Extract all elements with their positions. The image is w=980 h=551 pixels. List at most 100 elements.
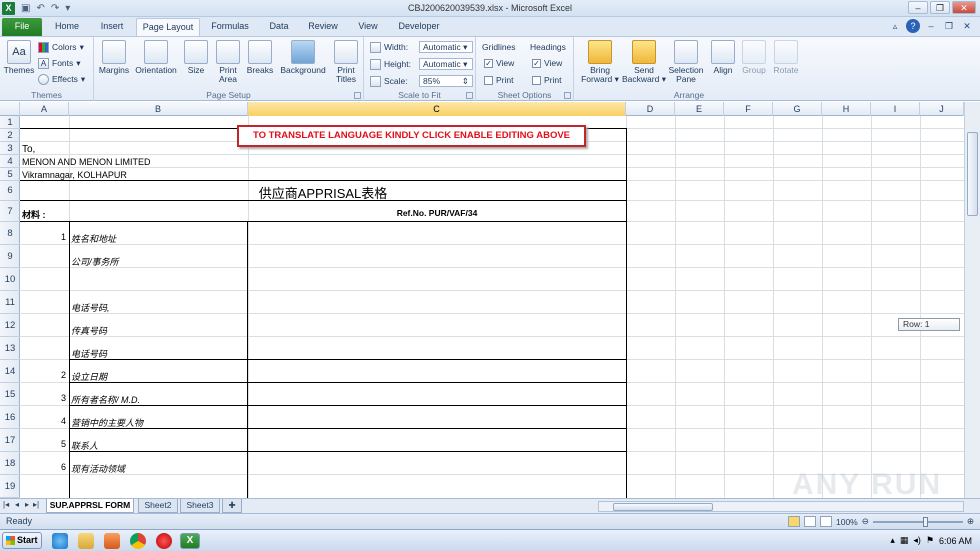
row-header-1[interactable]: 1 — [0, 116, 20, 129]
row-header-2[interactable]: 2 — [0, 129, 20, 142]
translate-banner[interactable]: TO TRANSLATE LANGUAGE KINDLY CLICK ENABL… — [237, 125, 586, 147]
security-shield-icon[interactable] — [156, 533, 172, 549]
volume-icon[interactable]: ◂) — [913, 535, 921, 546]
normal-view-icon[interactable] — [788, 516, 800, 527]
headings-print-checkbox[interactable]: Print — [532, 73, 561, 87]
tab-data[interactable]: Data — [262, 18, 296, 36]
row-header-6[interactable]: 6 — [0, 181, 20, 201]
page-break-view-icon[interactable] — [820, 516, 832, 527]
workbook-restore-icon[interactable]: ❐ — [942, 19, 956, 33]
scale-launcher-icon[interactable] — [466, 92, 473, 99]
zoom-slider-thumb[interactable] — [922, 516, 928, 527]
vertical-scroll-thumb[interactable] — [967, 132, 978, 216]
align-button[interactable]: Align — [708, 40, 738, 75]
margins-button[interactable]: Margins — [96, 40, 132, 75]
internet-explorer-icon[interactable] — [52, 533, 68, 549]
tab-formulas[interactable]: Formulas — [206, 18, 254, 36]
vertical-scrollbar[interactable] — [964, 102, 980, 498]
send-backward-button[interactable]: Send Backward ▾ — [622, 40, 666, 84]
print-titles-button[interactable]: Print Titles — [330, 40, 362, 84]
headings-view-checkbox[interactable]: ✓ View — [532, 56, 562, 70]
insert-sheet-icon[interactable]: ✚ — [222, 499, 242, 513]
row-header-4[interactable]: 4 — [0, 155, 20, 168]
row-header-14[interactable]: 14 — [0, 360, 20, 383]
column-header-b[interactable]: B — [69, 102, 248, 116]
row-header-8[interactable]: 8 — [0, 222, 20, 245]
height-select[interactable]: Automatic ▾ — [419, 58, 473, 70]
row-header-15[interactable]: 15 — [0, 383, 20, 406]
row-header-13[interactable]: 13 — [0, 337, 20, 360]
page-layout-view-icon[interactable] — [804, 516, 816, 527]
excel-taskbar-icon[interactable]: X — [180, 533, 200, 549]
tab-file[interactable]: File — [2, 18, 42, 36]
scale-spinner[interactable]: 85% ⇕ — [419, 75, 473, 87]
tab-home[interactable]: Home — [48, 18, 86, 36]
group-objects-button[interactable]: Group — [738, 40, 770, 75]
fonts-button[interactable]: A Fonts ▾ — [38, 56, 81, 70]
row-header-3[interactable]: 3 — [0, 142, 20, 155]
background-button[interactable]: Background — [276, 40, 330, 75]
page-setup-launcher-icon[interactable] — [354, 92, 361, 99]
column-header-h[interactable]: H — [822, 102, 871, 116]
sheet-tab-sheet3[interactable]: Sheet3 — [180, 499, 220, 513]
tab-developer[interactable]: Developer — [392, 18, 446, 36]
first-sheet-icon[interactable]: |◂ — [3, 500, 9, 509]
worksheet-grid[interactable]: TO TRANSLATE LANGUAGE KINDLY CLICK ENABL… — [20, 116, 964, 498]
gridlines-view-checkbox[interactable]: ✓ View — [484, 56, 514, 70]
minimize-ribbon-icon[interactable]: ▵ — [888, 19, 902, 33]
row-header-18[interactable]: 18 — [0, 452, 20, 475]
action-center-icon[interactable]: ⚑ — [926, 535, 934, 546]
maximize-button[interactable]: ❐ — [930, 1, 950, 14]
row-header-12[interactable]: 12 — [0, 314, 20, 337]
close-button[interactable]: ✕ — [952, 1, 976, 14]
gridlines-print-checkbox[interactable]: Print — [484, 73, 513, 87]
column-header-f[interactable]: F — [724, 102, 773, 116]
column-header-c[interactable]: C — [248, 102, 626, 116]
column-header-j[interactable]: J — [920, 102, 964, 116]
workbook-minimize-icon[interactable]: – — [924, 19, 938, 33]
tab-page-layout[interactable]: Page Layout — [136, 18, 200, 36]
column-header-i[interactable]: I — [871, 102, 920, 116]
media-player-icon[interactable] — [104, 533, 120, 549]
themes-button[interactable]: Aa Themes — [3, 40, 35, 75]
row-header-9[interactable]: 9 — [0, 245, 20, 268]
size-button[interactable]: Size — [182, 40, 210, 75]
width-select[interactable]: Automatic ▾ — [419, 41, 473, 53]
zoom-in-icon[interactable]: ⊕ — [967, 516, 974, 527]
folder-icon[interactable] — [78, 533, 94, 549]
sheet-tab-sheet2[interactable]: Sheet2 — [138, 499, 178, 513]
row-header-11[interactable]: 11 — [0, 291, 20, 314]
sheet-tab-sup-apprsl-form[interactable]: SUP.APPRSL FORM — [46, 499, 134, 513]
effects-button[interactable]: Effects ▾ — [38, 72, 85, 86]
sheet-options-launcher-icon[interactable] — [564, 92, 571, 99]
horizontal-scroll-thumb[interactable] — [613, 503, 713, 511]
column-header-a[interactable]: A — [20, 102, 69, 116]
minimize-button[interactable]: – — [908, 1, 928, 14]
tab-view[interactable]: View — [350, 18, 386, 36]
row-header-16[interactable]: 16 — [0, 406, 20, 429]
print-area-button[interactable]: Print Area — [212, 40, 244, 84]
next-sheet-icon[interactable]: ▸ — [25, 500, 29, 509]
breaks-button[interactable]: Breaks — [244, 40, 276, 75]
tab-insert[interactable]: Insert — [92, 18, 132, 36]
workbook-close-icon[interactable]: ✕ — [960, 19, 974, 33]
network-icon[interactable]: ▦ — [900, 535, 909, 546]
row-header-10[interactable]: 10 — [0, 268, 20, 291]
selection-pane-button[interactable]: Selection Pane — [666, 40, 706, 84]
tray-expand-icon[interactable]: ▴ — [890, 535, 895, 546]
column-header-g[interactable]: G — [773, 102, 822, 116]
orientation-button[interactable]: Orientation — [132, 40, 180, 75]
tray-clock[interactable]: 6:06 AM — [939, 536, 972, 546]
select-all-corner[interactable] — [0, 102, 20, 116]
column-header-d[interactable]: D — [626, 102, 675, 116]
zoom-level[interactable]: 100% — [836, 517, 858, 527]
row-header-19[interactable]: 19 — [0, 475, 20, 498]
row-header-17[interactable]: 17 — [0, 429, 20, 452]
horizontal-scrollbar[interactable] — [598, 501, 964, 512]
bring-forward-button[interactable]: Bring Forward ▾ — [578, 40, 622, 84]
start-button[interactable]: Start — [2, 532, 42, 549]
colors-button[interactable]: Colors ▾ — [38, 40, 84, 54]
column-header-e[interactable]: E — [675, 102, 724, 116]
help-icon[interactable]: ? — [906, 19, 920, 33]
zoom-out-icon[interactable]: ⊖ — [862, 516, 869, 527]
